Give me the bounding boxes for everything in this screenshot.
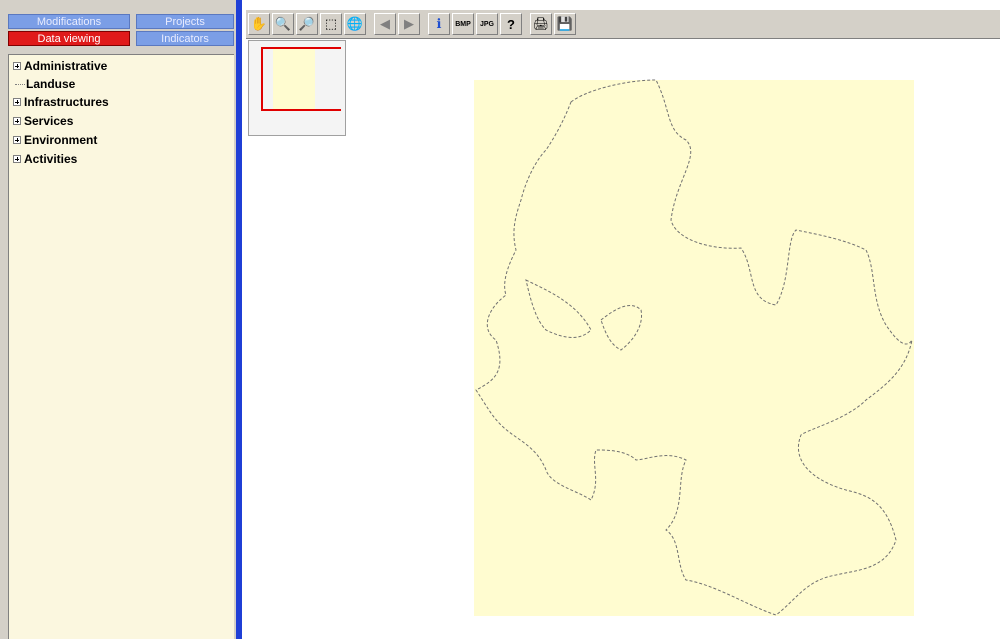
zoom-out-icon[interactable]: 🔎 [296,13,318,35]
left-panel: Modifications Projects Data viewing Indi… [0,0,240,639]
overview-map[interactable] [248,40,346,136]
tree-line-icon [15,83,25,85]
tree-item-activities[interactable]: Activities [13,150,77,168]
tree-item-label: Activities [24,152,78,166]
tree-item-label: Environment [24,133,98,147]
expand-icon[interactable] [13,62,21,70]
forward-icon[interactable]: ▶ [398,13,420,35]
layer-tree: Administrative Landuse Infrastructures S… [8,54,234,639]
zoom-in-icon[interactable]: 🔍 [272,13,294,35]
pan-icon[interactable]: ✋ [248,13,270,35]
tree-item-label: Administrative [24,59,108,73]
export-bmp-icon[interactable]: BMP [452,13,474,35]
panel-splitter[interactable] [236,0,242,639]
export-jpg-icon[interactable]: JPG [476,13,498,35]
tree-item-services[interactable]: Services [13,112,73,130]
tab-projects[interactable]: Projects [136,14,234,29]
full-extent-icon[interactable]: 🌐 [344,13,366,35]
expand-icon[interactable] [13,98,21,106]
zoom-window-icon[interactable]: ⬚ [320,13,342,35]
tab-bar: Modifications Projects Data viewing Indi… [8,14,234,48]
overview-thumbnail [273,49,315,109]
expand-icon[interactable] [13,136,21,144]
tree-item-environment[interactable]: Environment [13,131,97,149]
tab-data-viewing[interactable]: Data viewing [8,31,130,46]
map-extent [474,80,914,616]
tree-item-landuse[interactable]: Landuse [13,75,75,93]
expand-icon[interactable] [13,117,21,125]
tree-item-administrative[interactable]: Administrative [13,57,107,75]
expand-icon[interactable] [13,155,21,163]
tree-item-label: Services [24,114,74,128]
tree-item-label: Landuse [26,77,76,91]
map-canvas[interactable] [246,40,1000,639]
save-icon[interactable]: 💾 [554,13,576,35]
map-toolbar: ✋ 🔍 🔎 ⬚ 🌐 ◀ ▶ ℹ BMP JPG ? 🖨 💾 [246,10,1000,39]
tab-indicators[interactable]: Indicators [136,31,234,46]
tree-item-infrastructures[interactable]: Infrastructures [13,93,109,111]
help-icon[interactable]: ? [500,13,522,35]
back-icon[interactable]: ◀ [374,13,396,35]
info-icon[interactable]: ℹ [428,13,450,35]
map-svg [474,79,914,616]
tree-item-label: Infrastructures [24,95,109,109]
print-icon[interactable]: 🖨 [530,13,552,35]
tab-modifications[interactable]: Modifications [8,14,130,29]
